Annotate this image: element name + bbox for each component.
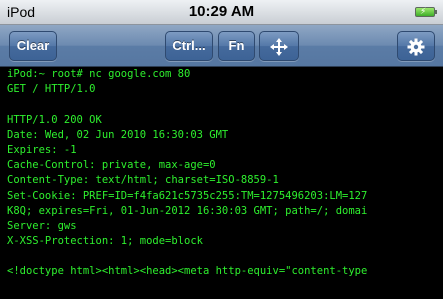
clear-button[interactable]: Clear [9,31,57,61]
terminal-line: Expires: -1 [7,143,77,156]
terminal-line: Content-Type: text/html; charset=ISO-885… [7,174,279,187]
terminal-toolbar: Clear Ctrl... Fn [0,25,443,67]
terminal-line: HTTP/1.0 200 OK [7,113,102,126]
terminal-line: GET / HTTP/1.0 [7,83,96,96]
settings-button[interactable] [397,31,435,61]
ctrl-button[interactable]: Ctrl... [165,31,213,61]
terminal-output[interactable]: iPod:~ root# nc google.com 80 GET / HTTP… [0,67,443,299]
move-cursor-button[interactable] [259,31,299,61]
battery-charging-icon: ⚡ [415,7,437,17]
terminal-line: Server: gws [7,219,77,232]
status-bar: iPod 10:29 AM ⚡ [0,0,443,25]
status-clock: 10:29 AM [188,3,255,20]
fn-button[interactable]: Fn [218,31,255,61]
terminal-line: Cache-Control: private, max-age=0 [7,159,216,172]
terminal-line: <!doctype html><html><head><meta http-eq… [7,265,368,278]
terminal-app-screen: iPod 10:29 AM ⚡ Clear Ctrl... Fn iPod:~ … [0,0,443,299]
charging-bolt-icon: ⚡ [420,7,427,17]
terminal-line: Date: Wed, 02 Jun 2010 16:30:03 GMT [7,128,229,141]
terminal-line: Set-Cookie: PREF=ID=f4fa621c5735c255:TM=… [7,189,368,202]
terminal-line: iPod:~ root# nc google.com 80 [7,68,191,80]
terminal-line: K8Q; expires=Fri, 01-Jun-2012 16:30:03 G… [7,204,368,217]
four-way-arrows-icon [270,38,288,56]
gear-icon [407,38,425,56]
terminal-line: X-XSS-Protection: 1; mode=block [7,235,203,248]
